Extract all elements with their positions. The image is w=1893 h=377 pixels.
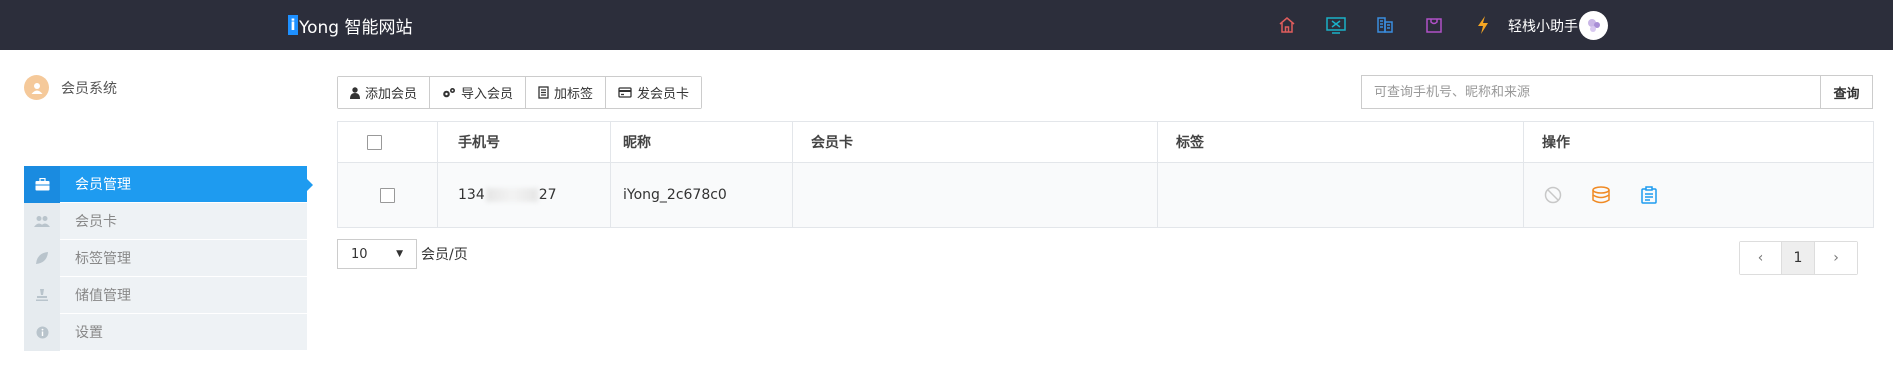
column-header-actions: 操作 — [1542, 135, 1570, 151]
card-icon — [618, 87, 632, 98]
page-size-select[interactable]: 10 ▼ — [337, 239, 417, 269]
phone-cell: 134 27 — [438, 163, 611, 227]
brand-mark: i — [288, 15, 298, 35]
sidebar-menu: 会员管理 会员卡 标签管理 储值管理 设置 — [24, 165, 313, 351]
sidebar-item-settings[interactable]: 设置 — [24, 313, 307, 351]
sidebar-item-tag-management[interactable]: 标签管理 — [24, 239, 307, 277]
row-checkbox[interactable] — [380, 187, 395, 203]
table-header-row: 手机号 昵称 会员卡 标签 操作 — [338, 122, 1873, 163]
tag-list-icon — [538, 86, 549, 99]
prev-page-button[interactable]: ‹ — [1740, 242, 1782, 274]
search-input[interactable] — [1361, 75, 1820, 109]
select-all-checkbox[interactable] — [366, 134, 382, 150]
user-avatar[interactable] — [1579, 11, 1608, 40]
tags-cell — [1158, 163, 1524, 227]
pagination: ‹ 1 › — [1739, 241, 1858, 275]
home-icon[interactable] — [1275, 13, 1299, 37]
lightning-icon[interactable] — [1471, 13, 1495, 37]
phone-prefix: 134 — [458, 187, 485, 203]
add-tag-label: 加标签 — [554, 87, 594, 102]
sidebar-item-label: 设置 — [75, 325, 103, 341]
monitor-icon[interactable] — [1324, 13, 1348, 37]
leaf-icon — [24, 239, 60, 277]
page-size-label: 会员/页 — [421, 247, 468, 263]
stamp-icon — [24, 276, 60, 314]
phone-suffix: 27 — [538, 187, 557, 203]
import-member-button[interactable]: 导入会员 — [430, 77, 527, 108]
issue-card-button[interactable]: 发会员卡 — [606, 77, 702, 108]
page-1-button[interactable]: 1 — [1782, 242, 1815, 274]
add-member-button[interactable]: 添加会员 — [338, 77, 431, 108]
bag-icon[interactable] — [1422, 13, 1446, 37]
nickname-cell: iYong_2c678c0 — [611, 163, 793, 227]
system-title-label: 会员系统 — [61, 80, 117, 97]
phone-redaction — [485, 188, 538, 202]
column-header-nickname: 昵称 — [611, 122, 793, 162]
issue-card-label: 发会员卡 — [637, 87, 690, 102]
top-nav-bar: i Yong 智能网站 轻栈小助手 — [0, 0, 1893, 50]
top-icon-group — [1275, 13, 1520, 37]
sidebar-item-member-card[interactable]: 会员卡 — [24, 202, 307, 240]
sidebar-item-label: 会员卡 — [75, 214, 117, 230]
brand-logo[interactable]: i Yong 智能网站 — [288, 13, 413, 38]
briefcase-icon — [24, 165, 60, 203]
sidebar-item-label: 会员管理 — [75, 177, 131, 193]
disable-icon[interactable] — [1542, 185, 1563, 206]
user-circle-icon — [24, 75, 49, 100]
actions-cell — [1524, 163, 1873, 227]
member-table: 手机号 昵称 会员卡 标签 操作 134 27 iYong_2c678c0 — [337, 121, 1874, 228]
info-icon — [24, 313, 60, 351]
column-header-phone: 手机号 — [438, 122, 611, 162]
action-toolbar: 添加会员 导入会员 加标签 发会员卡 — [337, 76, 703, 109]
system-title: 会员系统 — [24, 75, 117, 100]
coins-icon[interactable] — [1590, 185, 1611, 206]
member-card-cell — [793, 163, 1158, 227]
search-bar: 查询 — [1361, 75, 1873, 109]
sidebar-item-label: 标签管理 — [75, 251, 131, 267]
brand-name: Yong 智能网站 — [299, 17, 413, 38]
add-member-label: 添加会员 — [365, 87, 418, 102]
header-select-cell — [338, 122, 438, 162]
search-button[interactable]: 查询 — [1820, 75, 1873, 109]
clipboard-icon[interactable] — [1638, 185, 1659, 206]
caret-down-icon: ▼ — [396, 249, 403, 259]
sidebar-item-label: 储值管理 — [75, 288, 131, 304]
table-row: 134 27 iYong_2c678c0 — [338, 163, 1873, 227]
sidebar-item-member-management[interactable]: 会员管理 — [24, 165, 313, 203]
user-icon — [350, 86, 360, 99]
phone-number: 134 27 — [458, 187, 557, 203]
building-icon[interactable] — [1373, 13, 1397, 37]
row-select-cell — [338, 163, 438, 227]
import-member-label: 导入会员 — [461, 87, 514, 102]
next-page-button[interactable]: › — [1815, 242, 1857, 274]
column-header-tags: 标签 — [1158, 122, 1524, 162]
column-header-member-card: 会员卡 — [793, 122, 1158, 162]
user-name[interactable]: 轻栈小助手 — [1508, 16, 1578, 36]
sidebar-item-stored-value[interactable]: 储值管理 — [24, 276, 307, 314]
gears-icon — [443, 87, 456, 97]
add-tag-button[interactable]: 加标签 — [526, 77, 607, 108]
page-size-value: 10 — [351, 246, 368, 262]
users-icon — [24, 202, 60, 240]
